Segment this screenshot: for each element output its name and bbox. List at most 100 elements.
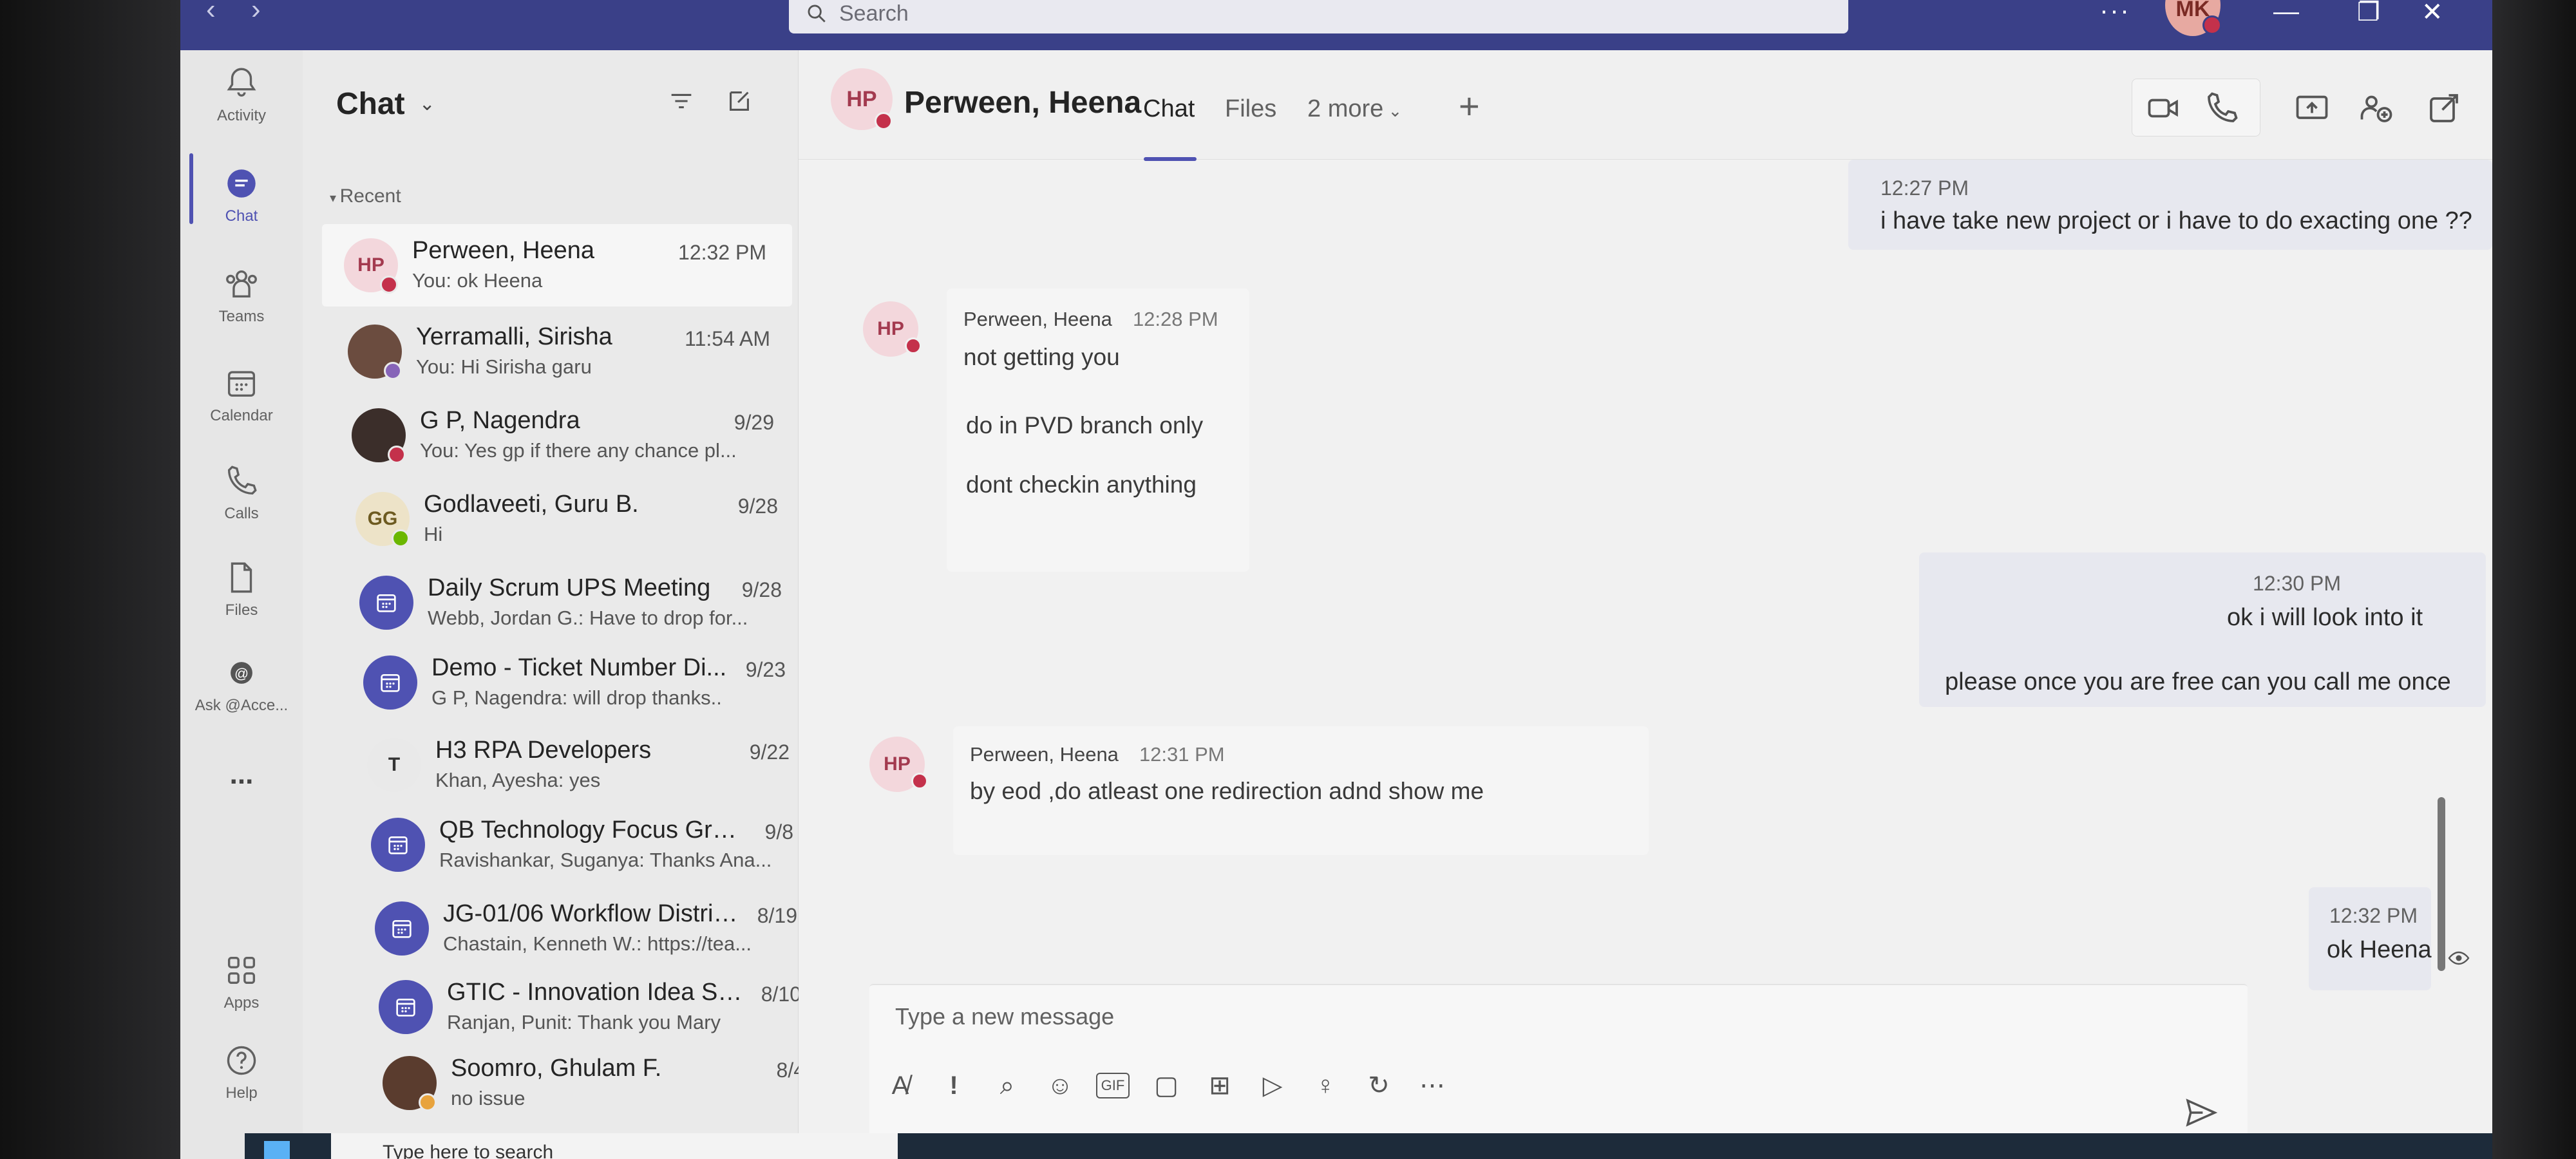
add-tab-button[interactable]: + [1459,85,1480,127]
rail-item-apps[interactable]: Apps [180,952,303,1012]
conversation-item[interactable]: GTIC - Innovation Idea Su... Ranjan, Puni… [357,966,827,1048]
tab-more[interactable]: 2 more ⌄ [1307,95,1402,123]
conversation-time: 9/23 [745,658,786,681]
message-outgoing[interactable]: 12:30 PM ok i will look into it please o… [1919,552,2486,707]
emoji-icon[interactable]: ☺ [1043,1069,1077,1102]
chat-list-header: Chat ⌄ [303,50,798,157]
chevron-down-icon: ⌄ [1383,101,1403,120]
conversation-item[interactable]: QB Technology Focus Grou... Ravishankar, … [349,804,819,886]
add-people-icon[interactable] [2357,89,2396,127]
priority-icon[interactable]: ! [937,1069,971,1102]
video-call-icon[interactable] [2145,89,2183,127]
message-body: do in PVD branch only [966,412,1204,438]
chevron-down-icon[interactable]: ⌄ [419,93,435,115]
schedule-meeting-icon[interactable]: ⊞ [1203,1069,1236,1102]
chat-list-pane: Chat ⌄ ▾ Recent HP Perween, Heena You: ok … [303,50,805,1159]
meeting-calendar-icon [379,980,433,1034]
message-body: i have take new project or i have to do … [1880,207,2472,234]
presence-badge [419,1093,437,1111]
compose-box[interactable]: Type a new message A̸ ! ⌕ ☺ GIF ▢ ⊞ ▷ ♀ … [869,984,2248,1158]
conversation-item[interactable]: Demo - Ticket Number Di... G P, Nagendra:… [341,641,811,724]
format-icon[interactable]: A̸ [884,1069,917,1102]
rail-label: Chat [225,207,258,225]
message-outgoing[interactable]: 12:27 PM i have take new project or i ha… [1848,160,2492,250]
share-screen-icon[interactable] [2293,89,2331,127]
search-box[interactable]: Search [789,0,1848,33]
praise-icon[interactable]: ♀ [1309,1069,1342,1102]
conversation-pane: HP Perween, Heena Chat Files 2 more ⌄ + … [799,50,2492,1159]
filter-icon[interactable] [667,86,696,116]
scrollbar-thumb[interactable] [2438,797,2445,971]
conversation-time: 12:32 PM [678,241,766,264]
chat-list-title[interactable]: Chat [336,86,405,122]
conversation-item[interactable]: HP Perween, Heena You: ok Heena 12:32 PM [322,224,792,306]
loop-icon[interactable]: ↻ [1362,1069,1396,1102]
more-options-button[interactable]: ··· [2099,0,2130,26]
audio-call-icon[interactable] [2202,89,2241,127]
taskbar-search[interactable]: Type here to search [331,1133,898,1159]
back-button[interactable]: ‹ [206,0,216,24]
tab-more-label: 2 more [1307,95,1384,122]
rail-label: Teams [218,308,265,325]
more-options-icon[interactable]: ⋯ [1416,1069,1449,1102]
conversation-item[interactable]: JG-01/06 Workflow Distrib... Chastain, Ke… [353,887,823,970]
message-body: please once you are free can you call me… [1945,668,2451,695]
recent-label: Recent [339,185,401,207]
conversation-item[interactable]: Daily Scrum UPS Meeting Webb, Jordan G.: … [337,561,808,644]
taskbar-search-placeholder: Type here to search [383,1142,554,1159]
sticker-icon[interactable]: ▢ [1150,1069,1183,1102]
pop-out-icon[interactable] [2425,89,2463,127]
conversation-name: Godlaveeti, Guru B. [424,491,639,518]
rail-item-activity[interactable]: Activity [180,64,303,125]
compose-input[interactable]: Type a new message [895,1003,1114,1030]
message-outgoing[interactable]: 12:32 PM ok Heena [2309,887,2432,990]
recent-section-header[interactable]: ▾ Recent [330,185,401,207]
tab-chat[interactable]: Chat [1143,95,1195,123]
at-icon: @ [231,662,252,684]
windows-start-icon[interactable] [264,1141,290,1159]
rail-item-help[interactable]: Help [180,1042,303,1102]
conversation-name: JG-01/06 Workflow Distrib... [443,900,746,927]
gif-icon[interactable]: GIF [1096,1073,1130,1098]
rail-label: Activity [216,107,266,124]
message-incoming[interactable]: Perween, Heena 12:28 PM not getting you d… [947,288,1249,572]
new-chat-icon[interactable] [724,86,754,116]
rail-label: Calendar [210,407,273,424]
conversation-item[interactable]: GG Godlaveeti, Guru B. Hi 9/28 [334,478,804,560]
message-body: by eod ,do atleast one redirection adnd … [970,778,1484,804]
rail-item-calls[interactable]: Calls [180,462,303,523]
more-apps-button[interactable]: ... [180,759,303,791]
rail-item-chat[interactable]: Chat [180,165,303,225]
forward-button[interactable]: › [251,0,261,24]
message-body: ok Heena [2327,936,2432,963]
rail-label: Ask @Acce... [194,697,289,714]
conversation-preview: Ravishankar, Suganya: Thanks Ana... [439,849,772,871]
minimize-button[interactable]: — [2273,0,2299,26]
conversation-item[interactable]: Soomro, Ghulam F. no issue 8/4 [361,1042,831,1124]
conversation-item[interactable]: Yerramalli, Sirisha You: Hi Sirisha garu 1… [326,310,796,393]
message-incoming[interactable]: Perween, Heena 12:31 PM by eod ,do atleas… [953,726,1649,855]
message-time: 12:27 PM [1880,176,1969,200]
rail-item-files[interactable]: Files [180,559,303,619]
stream-icon[interactable]: ▷ [1256,1069,1289,1102]
restore-button[interactable]: ❐ [2357,0,2380,27]
rail-item-ask[interactable]: @ Ask @Acce... [180,654,303,715]
sender-presence-badge [905,337,922,354]
search-icon [808,5,826,23]
conversation-time: 8/10 [761,983,801,1006]
rail-item-teams[interactable]: Teams [180,265,303,326]
message-body: not getting you [963,344,1120,370]
apps-icon [227,956,256,985]
conversation-time: 9/29 [734,411,774,434]
conversation-item[interactable]: T H3 RPA Developers Khan, Ayesha: yes 9/22 [345,724,815,806]
conversation-preview: no issue [451,1087,526,1109]
contact-presence-badge [875,112,893,130]
conversation-name: Perween, Heena [412,237,595,264]
conversation-header: HP Perween, Heena Chat Files 2 more ⌄ + [799,50,2492,161]
rail-item-calendar[interactable]: Calendar [180,364,303,425]
tab-files[interactable]: Files [1225,95,1276,123]
close-button[interactable]: ✕ [2421,0,2443,27]
attach-icon[interactable]: ⌕ [990,1069,1024,1102]
conversation-item[interactable]: G P, Nagendra You: Yes gp if there any ch… [330,394,800,476]
send-icon[interactable] [2183,1095,2219,1131]
